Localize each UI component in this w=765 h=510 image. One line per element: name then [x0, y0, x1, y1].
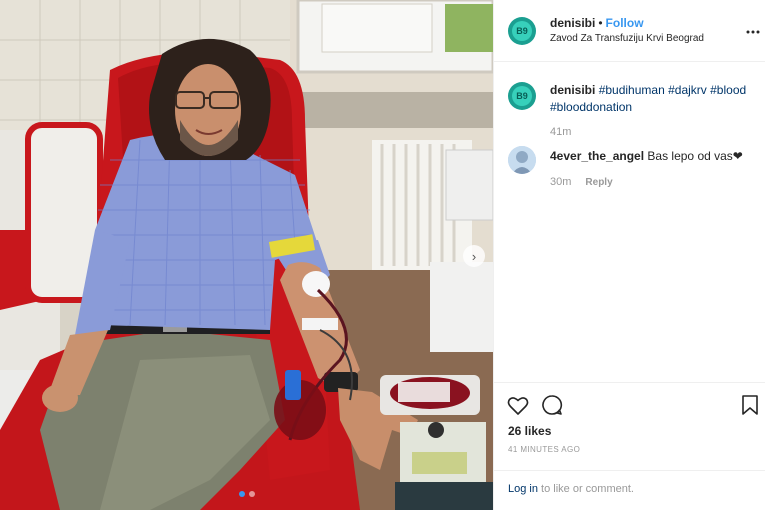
caption-time: 41m [550, 126, 572, 138]
photo-illustration [0, 0, 493, 510]
comment-time: 30m [550, 176, 572, 188]
login-prompt-text: to like or comment. [537, 483, 634, 495]
location-link[interactable]: Zavod Za Transfuziju Krvi Beograd [550, 33, 704, 44]
post-caption: denisibi #budihuman #dajkrv #blood #bloo… [550, 82, 755, 116]
post-photo[interactable]: › [0, 0, 493, 510]
post-side-panel: B9 denisibi • Follow Zavod Za Transfuziju … [493, 0, 765, 510]
carousel-dot [248, 491, 255, 497]
author-username[interactable]: denisibi [550, 16, 595, 30]
comment-username[interactable]: 4ever_the_angel [550, 149, 644, 163]
carousel-next-button[interactable]: › [463, 245, 485, 267]
header-user-line: denisibi • Follow [550, 16, 644, 30]
more-options-icon[interactable] [746, 24, 760, 34]
comment-footer: Log in to like or comment. [494, 470, 765, 510]
carousel-dot-active [238, 491, 245, 497]
login-prompt: Log in to like or comment. [508, 483, 634, 495]
login-link[interactable]: Log in [508, 483, 538, 495]
reply-button[interactable]: Reply [585, 177, 612, 188]
comment-text: Bas lepo od vas❤ [647, 149, 743, 163]
commenter-avatar[interactable] [508, 146, 536, 174]
like-heart-icon[interactable] [506, 393, 532, 419]
follow-button[interactable]: Follow [606, 16, 644, 30]
caption-username[interactable]: denisibi [550, 83, 595, 97]
post-timestamp[interactable]: 41 MINUTES AGO [508, 445, 580, 454]
comment-item: 4ever_the_angel Bas lepo od vas❤ [550, 148, 755, 165]
post-header: B9 denisibi • Follow Zavod Za Transfuziju … [494, 0, 765, 62]
post-viewer: › B9 denisibi • Follow Zavod Za Transfuzij… [0, 0, 765, 510]
comment-meta: 30m Reply [550, 176, 613, 188]
post-actions: 26 likes 41 MINUTES AGO [494, 382, 765, 470]
header-separator: • [598, 16, 603, 30]
carousel-indicator [0, 491, 493, 497]
hashtag-link[interactable]: #budihuman [599, 83, 665, 97]
likes-count[interactable]: 26 likes [508, 424, 551, 438]
hashtag-link[interactable]: #dajkrv [668, 83, 707, 97]
hashtag-link[interactable]: #blood [710, 83, 746, 97]
bookmark-icon[interactable] [738, 393, 764, 419]
comment-bubble-icon[interactable] [540, 393, 566, 419]
hashtag-link[interactable]: #blooddonation [550, 100, 632, 114]
caption-avatar[interactable]: B9 [508, 82, 536, 110]
commenter-avatar-image [508, 146, 536, 174]
author-avatar[interactable]: B9 [508, 17, 536, 45]
